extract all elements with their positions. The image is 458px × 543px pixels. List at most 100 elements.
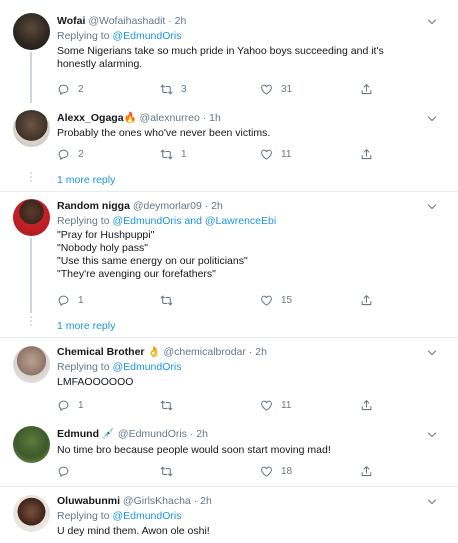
mention-link[interactable]: @EdmundOris <box>112 215 181 227</box>
handle[interactable]: @EdmundOris <box>118 428 187 440</box>
thread-line <box>30 52 32 103</box>
tweet-text-line: Probably the ones who've never been vict… <box>57 127 271 139</box>
mention-link[interactable]: @LawrenceEbi <box>205 215 276 227</box>
reply-button[interactable]: 1 <box>57 398 84 412</box>
tweet[interactable]: Edmund 💉 @EdmundOris · 2h No time bro be… <box>0 418 458 486</box>
retweet-icon <box>160 294 173 307</box>
retweet-button[interactable]: 1 <box>160 147 187 161</box>
avatar[interactable] <box>13 199 50 236</box>
like-button[interactable]: 15 <box>260 293 292 307</box>
reply-button[interactable] <box>57 464 78 478</box>
tweet-header: Edmund 💉 @EdmundOris · 2h <box>57 428 208 441</box>
reply-button[interactable]: 2 <box>57 82 84 96</box>
tweet[interactable]: Random nigga @deymorlar09 · 2h Replying … <box>0 192 458 313</box>
retweet-button[interactable] <box>160 464 181 478</box>
tweet[interactable]: Alexx_Ogaga🔥 @alexnurreo · 1h Probably t… <box>0 103 458 169</box>
timestamp[interactable]: 2h <box>196 428 208 440</box>
tweet-text-line: honestly alarming. <box>57 58 143 70</box>
like-button[interactable]: 18 <box>260 464 292 478</box>
reply-count: 1 <box>78 399 84 411</box>
action-bar: 1 11 <box>57 398 387 412</box>
thread-dots <box>29 316 33 328</box>
action-bar: 2 1 11 <box>57 147 387 161</box>
more-replies-link[interactable]: 1 more reply <box>57 320 115 332</box>
like-icon <box>260 399 273 412</box>
replying-to: Replying to @EdmundOris and @LawrenceEbi <box>57 215 276 228</box>
name-emoji: 🔥 <box>123 112 137 124</box>
chevron-down-icon[interactable] <box>426 430 438 440</box>
like-icon <box>260 465 273 478</box>
share-button[interactable] <box>360 82 373 96</box>
chevron-down-icon[interactable] <box>426 497 438 507</box>
chevron-down-icon[interactable] <box>426 17 438 27</box>
handle[interactable]: @deymorlar09 <box>133 200 202 212</box>
thread-line <box>30 238 32 313</box>
avatar[interactable] <box>13 495 50 532</box>
name-emoji: 💉 <box>101 428 115 440</box>
share-button[interactable] <box>360 398 373 412</box>
thread-dots <box>29 172 33 184</box>
tweet-text: "Pray for Hushpuppi" "Nobody holy pass" … <box>57 229 437 281</box>
reply-count: 2 <box>78 148 84 160</box>
retweet-button[interactable]: 3 <box>160 82 187 96</box>
handle[interactable]: @alexnurreo <box>140 112 200 124</box>
tweet[interactable]: Oluwabunmi @GirlsKhacha · 2h Replying to… <box>0 487 458 543</box>
tweet-text-line: U dey mind them. Awon ole oshi! <box>57 525 210 537</box>
display-name[interactable]: Random nigga <box>57 200 130 212</box>
handle[interactable]: @chemicalbrodar <box>163 346 245 358</box>
display-name[interactable]: Wofai <box>57 15 85 27</box>
like-count: 11 <box>281 148 292 160</box>
share-icon <box>360 399 373 412</box>
tweet[interactable]: Wofai @Wofaihashadit · 2h Replying to @E… <box>0 0 458 103</box>
more-replies-link[interactable]: 1 more reply <box>57 174 115 186</box>
like-button[interactable]: 11 <box>260 398 291 412</box>
share-button[interactable] <box>360 147 373 161</box>
mention-link[interactable]: @EdmundOris <box>112 30 181 42</box>
avatar[interactable] <box>13 426 50 463</box>
timestamp[interactable]: 2h <box>175 15 187 27</box>
share-icon <box>360 465 373 478</box>
replying-to-label: Replying to <box>57 30 113 42</box>
share-icon <box>360 83 373 96</box>
chevron-down-icon[interactable] <box>426 114 438 124</box>
timestamp[interactable]: 2h <box>200 495 212 507</box>
mention-link[interactable]: @EdmundOris <box>112 361 181 373</box>
handle[interactable]: @Wofaihashadit <box>88 15 165 27</box>
tweet[interactable]: Chemical Brother 👌 @chemicalbrodar · 2h … <box>0 338 458 418</box>
reply-button[interactable]: 1 <box>57 293 84 307</box>
display-name[interactable]: Edmund <box>57 428 99 440</box>
retweet-icon <box>160 148 173 161</box>
timestamp[interactable]: 2h <box>211 200 223 212</box>
retweet-button[interactable] <box>160 293 181 307</box>
mention-link[interactable]: @EdmundOris <box>112 510 181 522</box>
tweet-header: Oluwabunmi @GirlsKhacha · 2h <box>57 495 212 508</box>
avatar[interactable] <box>13 13 50 50</box>
avatar[interactable] <box>13 110 50 147</box>
replying-to-label: Replying to <box>57 510 113 522</box>
chevron-down-icon[interactable] <box>426 202 438 212</box>
reply-button[interactable]: 2 <box>57 147 84 161</box>
tweet-text-line: Some Nigerians take so much pride in Yah… <box>57 45 384 57</box>
like-icon <box>260 83 273 96</box>
handle[interactable]: @GirlsKhacha <box>123 495 191 507</box>
like-button[interactable]: 31 <box>260 82 292 96</box>
avatar[interactable] <box>13 346 50 383</box>
tweet-text-line: "They're avenging our forefathers" <box>57 268 216 280</box>
display-name[interactable]: Chemical Brother <box>57 346 145 358</box>
share-button[interactable] <box>360 293 373 307</box>
timestamp[interactable]: 2h <box>255 346 267 358</box>
name-emoji: 👌 <box>147 346 161 358</box>
reply-count: 1 <box>78 294 84 306</box>
dot-separator: · <box>202 112 207 124</box>
timestamp[interactable]: 1h <box>209 112 221 124</box>
like-icon <box>260 294 273 307</box>
share-button[interactable] <box>360 464 373 478</box>
like-button[interactable]: 11 <box>260 147 291 161</box>
tweet-text-line: No time bro because people would soon st… <box>57 444 331 456</box>
chevron-down-icon[interactable] <box>426 348 438 358</box>
display-name[interactable]: Oluwabunmi <box>57 495 120 507</box>
share-icon <box>360 294 373 307</box>
retweet-button[interactable] <box>160 398 181 412</box>
display-name[interactable]: Alexx_Ogaga <box>57 112 124 124</box>
reply-count: 2 <box>78 83 84 95</box>
